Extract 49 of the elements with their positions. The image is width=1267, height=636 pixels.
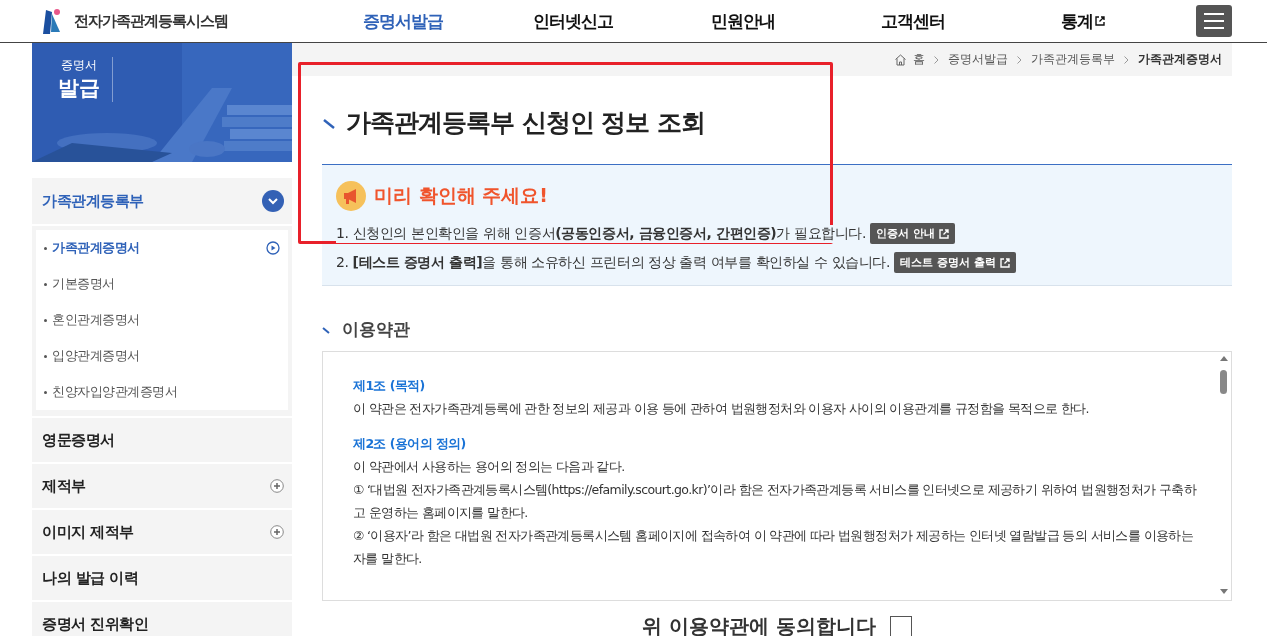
- submenu-item[interactable]: 혼인관계증명서: [36, 302, 288, 338]
- nav-link[interactable]: 인터넷신고: [488, 9, 658, 33]
- play-circle-icon: [266, 241, 280, 255]
- menu-button[interactable]: [1196, 5, 1232, 37]
- sidebar-item[interactable]: 나의 발급 이력: [32, 556, 292, 600]
- external-link-icon: [938, 228, 949, 239]
- chevron-icon: [934, 55, 939, 64]
- nav-link[interactable]: 민원안내: [658, 9, 828, 33]
- home-icon: [894, 53, 907, 66]
- external-link-icon: [1095, 16, 1105, 26]
- nav-link[interactable]: 증명서발급: [318, 9, 488, 33]
- article-heading: 제1조 (목적): [353, 377, 426, 395]
- sidebar-item[interactable]: 이미지 제적부: [32, 510, 292, 554]
- breadcrumb-link[interactable]: 증명서발급: [948, 51, 1008, 68]
- notice-text: 1. 신청인의 본인확인을 위해 인증서(공동인증서, 금융인증서, 간편인증)가 필요합니다.: [336, 224, 867, 243]
- submenu-item[interactable]: 입양관계증명서: [36, 338, 288, 374]
- notice-title: 미리 확인해 주세요!: [374, 183, 548, 208]
- chevron-icon: [1124, 55, 1129, 64]
- megaphone-icon: [336, 181, 366, 211]
- guide-button[interactable]: 인증서 안내: [870, 223, 955, 244]
- submenu-item[interactable]: 친양자입양관계증명서: [36, 374, 288, 410]
- site-name: 전자가족관계등록시스템: [74, 11, 228, 31]
- sidebar-item[interactable]: 증명서 진위확인: [32, 602, 292, 636]
- agree-checkbox[interactable]: [889, 615, 912, 636]
- banner-text: 증명서: [61, 57, 97, 74]
- sidebar-item[interactable]: 가족관계등록부: [32, 178, 292, 224]
- article-text: 이 약관에서 사용하는 용어의 정의는 다음과 같다.: [353, 458, 626, 476]
- agreement-label: 위 이용약관에 동의합니다: [642, 613, 876, 636]
- breadcrumb-link[interactable]: 가족관계등록부: [1031, 51, 1115, 68]
- sidebar-item[interactable]: 제적부: [32, 464, 292, 508]
- submenu-item[interactable]: 기본증명서: [36, 266, 288, 302]
- breadcrumb-link[interactable]: 홈: [913, 51, 925, 68]
- external-link-icon: [999, 257, 1010, 268]
- article-heading: 제2조 (용어의 정의): [353, 435, 467, 453]
- guide-button[interactable]: 테스트 증명서 출력: [894, 252, 1016, 273]
- chevron-icon: [1017, 55, 1022, 64]
- nav-link[interactable]: 고객센터: [828, 9, 998, 33]
- notice-text: 2. [테스트 증명서 출력]을 통해 소유하신 프린터의 정상 출력 여부를 확인하실 수 있습니다.: [336, 253, 891, 272]
- banner-text: 발급: [58, 75, 100, 102]
- nav-link[interactable]: 통계: [998, 9, 1168, 33]
- page-title: 가족관계등록부 신청인 정보 조회: [346, 106, 706, 139]
- article-text: 이 약관은 전자가족관계등록에 관한 정보의 제공과 이용 등에 관하여 법원행정처와 이용자 사이의 이용관계를 규정함을 목적으로 한다.: [353, 400, 1090, 418]
- article-text: ② ‘이용자’라 함은 대법원 전자가족관계등록시스템 홈페이지에 접속하여 이 약관에 따라 법원행정처가 제공하는 인터넷 열람발급 등의 서비스를 이용하는 자를 말한다.: [353, 527, 1195, 568]
- submenu-item[interactable]: 가족관계증명서: [36, 230, 288, 266]
- breadcrumb-link[interactable]: 가족관계증명서: [1138, 51, 1222, 68]
- article-text: ① ‘대법원 전자가족관계등록시스템(https://efamily.scourt.go.kr)’이라 함은 전자가족관계등록 서비스를 인터넷으로 제공하기 위하여 법원행정처가 구축하고 운영하는 홈페이지를 말한다.: [353, 481, 1197, 522]
- section-title: 이용약관: [342, 318, 410, 341]
- title-mark-icon: [322, 325, 330, 334]
- sidebar-item[interactable]: 영문증명서: [32, 418, 292, 462]
